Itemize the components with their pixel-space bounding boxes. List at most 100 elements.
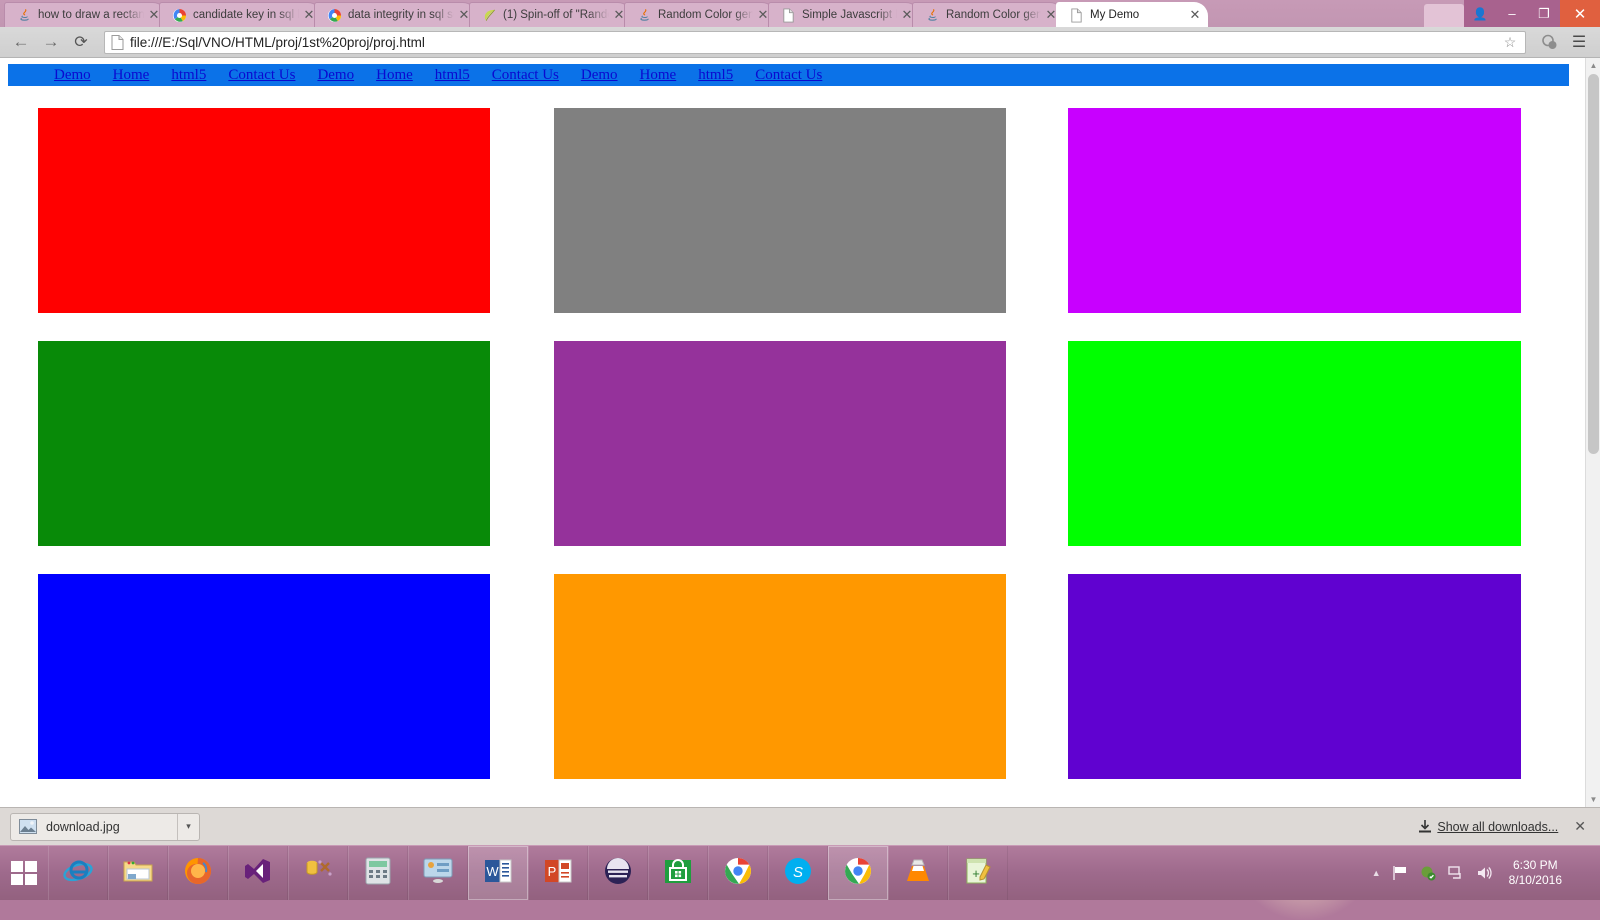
grid-gap [1006, 108, 1068, 313]
chrome-menu-icon[interactable]: ☰ [1566, 30, 1592, 54]
taskbar-item-control-panel[interactable] [408, 846, 468, 900]
taskbar-item-calculator[interactable] [348, 846, 408, 900]
grid-row-gap [1006, 546, 1068, 574]
volume-icon[interactable] [1475, 864, 1493, 882]
download-menu-caret-icon[interactable]: ▾ [177, 814, 199, 840]
network-icon[interactable] [1447, 864, 1465, 882]
clock-time: 6:30 PM [1509, 858, 1562, 873]
taskbar-item-eclipse[interactable] [588, 846, 648, 900]
start-button[interactable] [0, 846, 48, 900]
taskbar-item-chrome-pinned[interactable] [708, 846, 768, 900]
maximize-button[interactable]: ❐ [1528, 0, 1560, 27]
shelf-actions: Show all downloads... ✕ [1419, 818, 1590, 835]
new-tab-button[interactable] [1424, 4, 1464, 27]
color-swatch-magenta [1068, 108, 1521, 313]
taskbar-item-skype[interactable]: S [768, 846, 828, 900]
grid-gap [490, 574, 554, 779]
address-bar[interactable]: file:///E:/Sql/VNO/HTML/proj/1st%20proj/… [104, 31, 1526, 54]
control-panel-icon [423, 858, 453, 889]
show-all-downloads-link[interactable]: Show all downloads... [1419, 820, 1558, 834]
browser-tab-7[interactable]: My Demo✕ [1056, 2, 1208, 27]
action-center-icon[interactable] [1419, 864, 1437, 882]
taskbar-item-visual-studio[interactable] [228, 846, 288, 900]
taskbar-item-file-explorer[interactable] [108, 846, 168, 900]
back-arrow-icon[interactable]: ← [8, 30, 34, 54]
java-icon [17, 8, 32, 23]
close-shelf-icon[interactable]: ✕ [1570, 818, 1590, 835]
taskbar-clock[interactable]: 6:30 PM 8/10/2016 [1503, 858, 1572, 888]
taskbar-item-vlc-media-player[interactable] [888, 846, 948, 900]
taskbar-item-firefox[interactable] [168, 846, 228, 900]
color-swatch-gray [554, 108, 1006, 313]
nav-link-1[interactable]: Home [113, 67, 150, 83]
grid-row-gap [554, 546, 1006, 574]
browser-tab-6[interactable]: Random Color genera✕ [912, 2, 1064, 27]
scroll-down-arrow-icon[interactable]: ▼ [1586, 792, 1600, 807]
chrome-pinned-icon [723, 856, 753, 891]
nav-link-4[interactable]: Demo [317, 67, 354, 83]
browser-tab-2[interactable]: data integrity in sql se✕ [314, 2, 477, 27]
web-page-content: Demo Home html5 Contact Us Demo Home html5 Cont… [0, 58, 1585, 807]
tab-strip: how to draw a rectang✕candidate key in s… [0, 0, 1600, 27]
close-window-button[interactable]: ✕ [1560, 0, 1600, 27]
nav-link-0[interactable]: Demo [54, 67, 91, 83]
grid-row-gap [490, 313, 554, 341]
tab-title: candidate key in sql ku [193, 9, 299, 21]
chrome-icon [843, 856, 873, 891]
nav-link-11[interactable]: Contact Us [755, 67, 822, 83]
reload-icon[interactable]: ⟳ [68, 30, 94, 54]
page-icon [781, 8, 796, 23]
taskbar-item-chrome[interactable] [828, 846, 888, 900]
notepad-plus-plus-icon: + [964, 857, 992, 890]
flag-icon[interactable] [1391, 864, 1409, 882]
download-item[interactable]: download.jpg ▾ [10, 813, 200, 841]
nav-link-10[interactable]: html5 [698, 67, 733, 83]
nav-link-7[interactable]: Contact Us [492, 67, 559, 83]
forward-arrow-icon[interactable]: → [38, 30, 64, 54]
browser-tab-0[interactable]: how to draw a rectang✕ [4, 2, 167, 27]
download-filename: download.jpg [46, 820, 177, 834]
bookmark-star-icon[interactable]: ☆ [1501, 34, 1519, 51]
nav-link-5[interactable]: Home [376, 67, 413, 83]
profile-avatar-button[interactable]: 👤 [1464, 0, 1496, 27]
nav-link-2[interactable]: html5 [171, 67, 206, 83]
taskbar-item-sql-developer[interactable] [288, 846, 348, 900]
vlc-media-player-icon [905, 857, 931, 890]
browser-tab-4[interactable]: Random Color generat✕ [624, 2, 776, 27]
nav-link-6[interactable]: html5 [435, 67, 470, 83]
svg-text:W: W [486, 864, 499, 879]
clock-date: 8/10/2016 [1509, 873, 1562, 888]
google-icon [172, 8, 187, 23]
taskbar-item-notepad-plus-plus[interactable]: + [948, 846, 1008, 900]
taskbar-item-powerpoint[interactable]: P [528, 846, 588, 900]
powerpoint-icon: P [544, 857, 572, 890]
browser-tab-3[interactable]: (1) Spin-off of "Rando✕ [469, 2, 632, 27]
eclipse-icon [603, 856, 633, 891]
profile-icon[interactable] [1536, 30, 1562, 54]
window-controls: 👤 – ❐ ✕ [1424, 0, 1600, 27]
minimize-button[interactable]: – [1496, 0, 1528, 27]
scrollbar-thumb[interactable] [1588, 74, 1599, 454]
grid-row-gap [554, 313, 1006, 341]
svg-text:S: S [793, 864, 803, 881]
tab-close-icon[interactable]: ✕ [1187, 7, 1203, 23]
svg-text:P: P [548, 864, 557, 879]
image-thumbnail-icon [19, 819, 37, 834]
url-text: file:///E:/Sql/VNO/HTML/proj/1st%20proj/… [130, 35, 1501, 50]
browser-tab-1[interactable]: candidate key in sql ku✕ [159, 2, 322, 27]
tab-title: Random Color generat [658, 9, 753, 21]
taskbar-item-microsoft-word[interactable]: W [468, 846, 528, 900]
nav-link-8[interactable]: Demo [581, 67, 618, 83]
windows-logo-icon [9, 858, 39, 888]
tab-title: My Demo [1090, 9, 1185, 21]
scroll-up-arrow-icon[interactable]: ▲ [1586, 58, 1600, 73]
vertical-scrollbar[interactable]: ▲ ▼ [1585, 58, 1600, 807]
nav-link-9[interactable]: Home [640, 67, 677, 83]
nav-link-3[interactable]: Contact Us [228, 67, 295, 83]
browser-tab-5[interactable]: Simple Javascript Exam✕ [768, 2, 920, 27]
visual-studio-icon [244, 857, 272, 890]
taskbar-item-microsoft-store[interactable] [648, 846, 708, 900]
taskbar-item-internet-explorer[interactable] [48, 846, 108, 900]
tray-overflow-icon[interactable]: ▲ [1372, 868, 1381, 878]
color-swatch-darkgreen [38, 341, 490, 546]
